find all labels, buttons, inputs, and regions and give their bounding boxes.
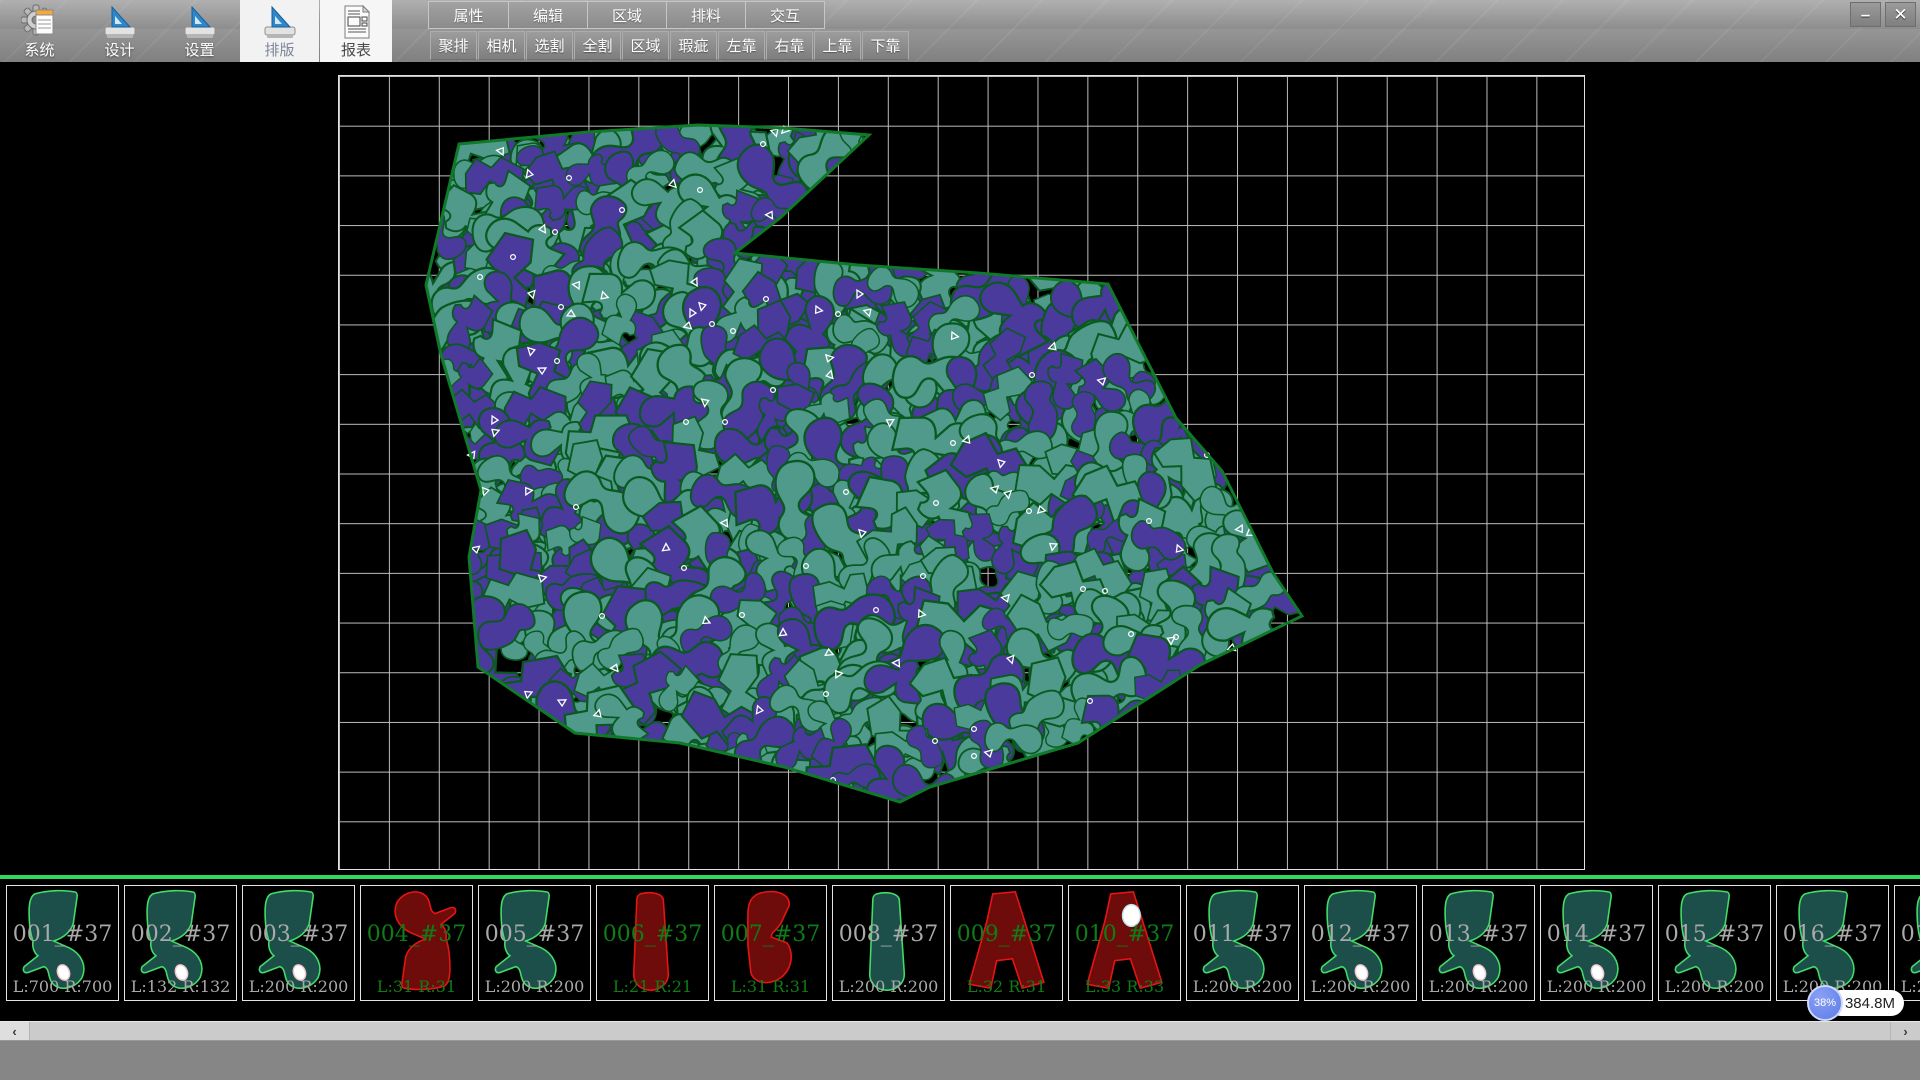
piece-name-label: 015_#37	[1659, 922, 1770, 947]
nav-tab-label: 设置	[184, 42, 214, 60]
piece-thumbnail-006_#37[interactable]: 006_#37 L:21 R:21	[596, 885, 709, 1001]
piece-thumbnail-002_#37[interactable]: 002_#37 L:132 R:132	[124, 885, 237, 1001]
tool-button-7[interactable]: 右靠	[766, 31, 813, 60]
nesting-icon	[261, 2, 299, 42]
horizontal-scrollbar[interactable]: ‹ ›	[0, 1021, 1920, 1040]
scroll-left-arrow-icon[interactable]: ‹	[0, 1022, 30, 1041]
piece-name-label: 008_#37	[833, 922, 944, 947]
piece-thumbnail-007_#37[interactable]: 007_#37 L:31 R:31	[714, 885, 827, 1001]
window-controls: – ✕	[1850, 2, 1916, 27]
piece-thumbnail-008_#37[interactable]: 008_#37 L:200 R:200	[832, 885, 945, 1001]
menu-item-2[interactable]: 区域	[587, 2, 666, 28]
piece-thumbnail-013_#37[interactable]: 013_#37 L:200 R:200	[1422, 885, 1535, 1001]
nav-tab-label: 排版	[264, 42, 294, 60]
piece-thumbnail-001_#37[interactable]: 001_#37 L:700 R:700	[6, 885, 119, 1001]
piece-lr-count: L:200 R:200	[479, 977, 590, 996]
tool-button-2[interactable]: 选割	[526, 31, 573, 60]
nav-tab-label: 报表	[341, 42, 371, 60]
tool-button-6[interactable]: 左靠	[718, 31, 765, 60]
leather-hide-nesting-layout[interactable]	[338, 75, 1585, 870]
piece-name-label: 007_#37	[715, 922, 826, 947]
design-icon	[101, 2, 139, 42]
nav-tab-nesting[interactable]: 排版	[240, 0, 319, 62]
settings-icon	[181, 2, 219, 42]
piece-name-label: 001_#37	[7, 922, 118, 947]
piece-thumbnail-014_#37[interactable]: 014_#37 L:200 R:200	[1540, 885, 1653, 1001]
piece-thumbnail-009_#37[interactable]: 009_#37 L:32 R:31	[950, 885, 1063, 1001]
menu-item-1[interactable]: 编辑	[508, 2, 587, 28]
piece-name-label: 002_#37	[125, 922, 236, 947]
nesting-canvas[interactable]	[0, 62, 1920, 875]
tool-button-5[interactable]: 瑕疵	[670, 31, 717, 60]
piece-thumbnail-010_#37[interactable]: 010_#37 L:33 R:33	[1068, 885, 1181, 1001]
piece-thumbnail-005_#37[interactable]: 005_#37 L:200 R:200	[478, 885, 591, 1001]
memory-usage-badge: 38% 384.8M	[1828, 990, 1904, 1016]
tool-button-9[interactable]: 下靠	[862, 31, 909, 60]
piece-lr-count: L:32 R:31	[951, 977, 1062, 996]
nesting-toolbar: 聚排相机选割全割区域瑕疵左靠右靠上靠下靠	[430, 31, 910, 60]
tool-button-3[interactable]: 全割	[574, 31, 621, 60]
piece-lr-count: L:200 R:200	[1187, 977, 1298, 996]
piece-name-label: 003_#37	[243, 922, 354, 947]
title-bar: 系统设计设置排版报表 属性编辑区域排料交互 聚排相机选割全割区域瑕疵左靠右靠上靠…	[0, 0, 1920, 62]
scroll-right-arrow-icon[interactable]: ›	[1890, 1022, 1920, 1041]
piece-name-label: 017_#37	[1895, 922, 1920, 947]
memory-value: 384.8M	[1845, 995, 1895, 1012]
nav-tab-settings[interactable]: 设置	[160, 0, 239, 62]
piece-lr-count: L:33 R:33	[1069, 977, 1180, 996]
piece-name-label: 016_#37	[1777, 922, 1888, 947]
piece-lr-count: L:200 R:200	[1423, 977, 1534, 996]
piece-lr-count: L:700 R:700	[7, 977, 118, 996]
minimize-button[interactable]: –	[1850, 2, 1881, 27]
piece-name-label: 010_#37	[1069, 922, 1180, 947]
report-icon	[337, 2, 375, 42]
nested-pieces-pattern	[392, 95, 1316, 829]
piece-lr-count: L:200 R:200	[1659, 977, 1770, 996]
nav-tab-system[interactable]: 系统	[0, 0, 79, 62]
piece-name-label: 013_#37	[1423, 922, 1534, 947]
piece-name-label: 012_#37	[1305, 922, 1416, 947]
piece-name-label: 014_#37	[1541, 922, 1652, 947]
piece-lr-count: L:21 R:21	[597, 977, 708, 996]
piece-lr-count: L:200 R:200	[1541, 977, 1652, 996]
main-nav-tabs: 系统 设计 设置 排版 报表	[0, 0, 393, 62]
tool-button-1[interactable]: 相机	[478, 31, 525, 60]
system-icon	[21, 2, 59, 42]
nav-tab-label: 设计	[104, 42, 134, 60]
piece-name-label: 004_#37	[361, 922, 472, 947]
tool-button-4[interactable]: 区域	[622, 31, 669, 60]
piece-name-label: 011_#37	[1187, 922, 1298, 947]
piece-lr-count: L:132 R:132	[125, 977, 236, 996]
tool-button-0[interactable]: 聚排	[430, 31, 477, 60]
piece-lr-count: L:31 R:31	[361, 977, 472, 996]
piece-thumbnail-strip: 001_#37 L:700 R:700 002_#37 L:132 R:132 003_…	[0, 879, 1920, 1021]
piece-thumbnail-004_#37[interactable]: 004_#37 L:31 R:31	[360, 885, 473, 1001]
status-bar	[0, 1040, 1920, 1080]
progress-percent-badge: 38%	[1807, 985, 1843, 1021]
piece-thumbnail-003_#37[interactable]: 003_#37 L:200 R:200	[242, 885, 355, 1001]
piece-lr-count: L:200 R:200	[243, 977, 354, 996]
piece-name-label: 006_#37	[597, 922, 708, 947]
piece-lr-count: L:31 R:31	[715, 977, 826, 996]
piece-thumbnail-011_#37[interactable]: 011_#37 L:200 R:200	[1186, 885, 1299, 1001]
piece-lr-count: L:200 R:200	[833, 977, 944, 996]
piece-thumbnail-012_#37[interactable]: 012_#37 L:200 R:200	[1304, 885, 1417, 1001]
piece-thumbnail-016_#37[interactable]: 016_#37L:200 R:200	[1776, 885, 1889, 1001]
tool-button-8[interactable]: 上靠	[814, 31, 861, 60]
close-button[interactable]: ✕	[1885, 2, 1916, 27]
piece-name-label: 005_#37	[479, 922, 590, 947]
nav-tab-report[interactable]: 报表	[320, 0, 392, 62]
piece-name-label: 009_#37	[951, 922, 1062, 947]
nav-tab-design[interactable]: 设计	[80, 0, 159, 62]
menu-item-0[interactable]: 属性	[429, 2, 508, 28]
menu-item-4[interactable]: 交互	[745, 2, 824, 28]
nav-tab-label: 系统	[24, 42, 54, 60]
menu-bar: 属性编辑区域排料交互	[428, 1, 825, 29]
piece-thumbnail-015_#37[interactable]: 015_#37 L:200 R:200	[1658, 885, 1771, 1001]
menu-item-3[interactable]: 排料	[666, 2, 745, 28]
piece-thumbnail-017_#37[interactable]: 017_#37L:200 R:200	[1894, 885, 1920, 1001]
piece-lr-count: L:200 R:200	[1305, 977, 1416, 996]
